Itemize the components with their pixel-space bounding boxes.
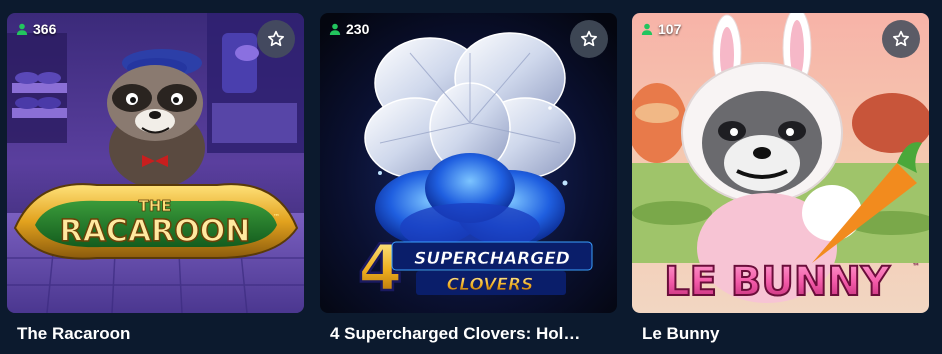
user-icon xyxy=(641,23,653,35)
user-icon xyxy=(16,23,28,35)
le-bunny-artwork: LE BUNNY ™ xyxy=(632,13,929,313)
player-count: 230 xyxy=(346,21,370,37)
le-bunny-logo: LE BUNNY xyxy=(664,259,891,305)
game-card-the-racaroon[interactable]: THE RACAROON ™ 366 The Racaroon xyxy=(7,13,304,344)
game-thumbnail[interactable]: LE BUNNY ™ 107 xyxy=(632,13,929,313)
racaroon-artwork: THE RACAROON ™ xyxy=(7,13,304,313)
clovers-logo-line1: SUPERCHARGED xyxy=(414,249,570,269)
star-icon xyxy=(893,30,909,47)
favorite-button[interactable] xyxy=(882,20,920,58)
player-count-badge: 366 xyxy=(16,21,56,37)
game-grid: THE RACAROON ™ 366 The Racaroon 4 SUPERC… xyxy=(0,0,942,354)
star-icon xyxy=(581,30,597,47)
racaroon-logo-main: RACAROON xyxy=(60,214,251,249)
player-count-badge: 107 xyxy=(641,21,681,37)
clovers-logo-line2: CLOVERS xyxy=(447,275,534,295)
clovers-artwork: 4 SUPERCHARGED CLOVERS xyxy=(320,13,617,313)
svg-text:™: ™ xyxy=(273,213,280,221)
game-thumbnail[interactable]: THE RACAROON ™ 366 xyxy=(7,13,304,313)
player-count: 366 xyxy=(33,21,57,37)
game-title[interactable]: The Racaroon xyxy=(7,324,297,344)
game-card-le-bunny[interactable]: LE BUNNY ™ 107 Le Bunny xyxy=(632,13,929,344)
game-thumbnail[interactable]: 4 SUPERCHARGED CLOVERS 230 xyxy=(320,13,617,313)
svg-text:™: ™ xyxy=(912,262,920,271)
player-count: 107 xyxy=(658,21,682,37)
game-title[interactable]: Le Bunny xyxy=(632,324,922,344)
player-count-badge: 230 xyxy=(329,21,369,37)
favorite-button[interactable] xyxy=(570,20,608,58)
game-title[interactable]: 4 Supercharged Clovers: Hol… xyxy=(320,324,610,344)
user-icon xyxy=(329,23,341,35)
star-icon xyxy=(268,30,284,47)
favorite-button[interactable] xyxy=(257,20,295,58)
game-card-4-supercharged-clovers[interactable]: 4 SUPERCHARGED CLOVERS 230 4 Supercharge… xyxy=(320,13,617,344)
racaroon-logo-top: THE xyxy=(138,197,171,215)
